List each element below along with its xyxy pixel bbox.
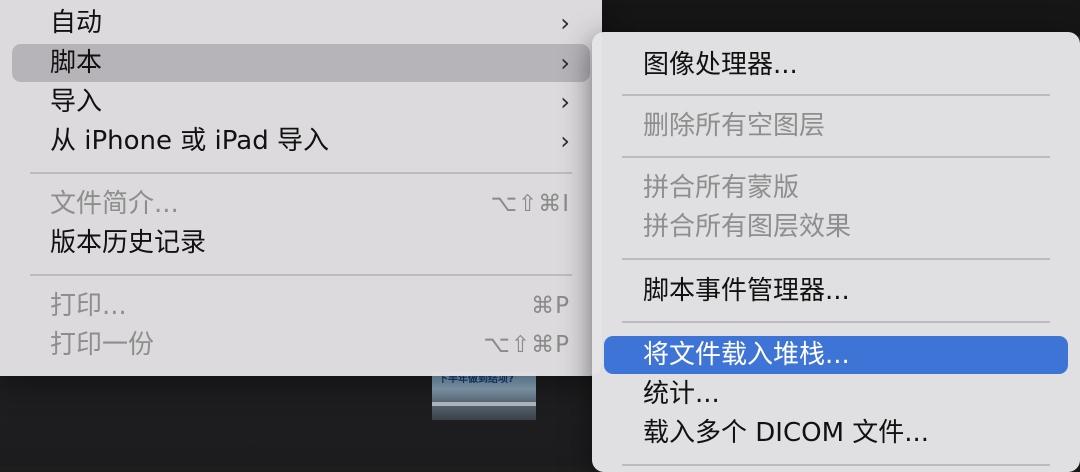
menu-item-delete-empty-layers[interactable]: 删除所有空图层 (592, 107, 1080, 145)
menu-item-label: 打印一份 (50, 330, 155, 360)
menu-item-label: 脚本事件管理器... (643, 276, 850, 306)
chevron-right-icon: › (560, 9, 570, 37)
menu-item-print[interactable]: 打印... ⌘P (0, 287, 602, 325)
menu-item-load-files-into-stack[interactable]: 将文件载入堆栈... (604, 336, 1068, 374)
menu-item-label: 从 iPhone 或 iPad 导入 (50, 126, 329, 156)
chevron-right-icon: › (560, 88, 570, 116)
chevron-right-icon: › (560, 127, 570, 155)
menu-item-file-info[interactable]: 文件简介... ⌥⇧⌘I (0, 185, 602, 223)
menu-item-label: 图像处理器... (643, 50, 798, 80)
menu-separator (622, 94, 1050, 96)
menu-separator (622, 321, 1050, 323)
menu-item-scripts[interactable]: 脚本 › (12, 44, 590, 82)
menu-item-label: 载入多个 DICOM 文件... (643, 418, 930, 448)
menu-item-flatten-all-masks[interactable]: 拼合所有蒙版 (592, 169, 1080, 207)
menu-item-label: 拼合所有蒙版 (643, 173, 800, 203)
scripts-submenu: 图像处理器... 删除所有空图层 拼合所有蒙版 拼合所有图层效果 脚本事件管理器… (592, 32, 1080, 472)
file-menu: 自动 › 脚本 › 导入 › 从 iPhone 或 iPad 导入 › 文件简介… (0, 0, 602, 376)
chevron-right-icon: › (560, 49, 570, 77)
menu-item-label: 删除所有空图层 (643, 111, 826, 141)
menu-item-label: 自动 (50, 8, 103, 38)
menu-item-label: 将文件载入堆栈... (643, 340, 850, 370)
menu-item-label: 打印... (50, 291, 127, 321)
keyboard-shortcut: ⌥⇧⌘P (483, 332, 570, 358)
menu-separator (622, 156, 1050, 158)
keyboard-shortcut: ⌥⇧⌘I (490, 191, 570, 217)
menu-item-label: 文件简介... (50, 189, 179, 219)
document-thumbnail[interactable]: 下半年做到结项? (432, 372, 536, 420)
menu-item-import-from-iphone[interactable]: 从 iPhone 或 iPad 导入 › (0, 122, 602, 160)
menu-item-label: 统计... (643, 379, 720, 409)
thumbnail-wave (432, 402, 536, 406)
menu-item-label: 脚本 (50, 48, 103, 78)
app-window-background (600, 0, 1080, 36)
menu-item-label: 拼合所有图层效果 (643, 212, 852, 242)
menu-item-load-multiple-dicom[interactable]: 载入多个 DICOM 文件... (592, 414, 1080, 452)
menu-item-image-processor[interactable]: 图像处理器... (592, 46, 1080, 84)
menu-separator (30, 274, 572, 276)
menu-item-label: 版本历史记录 (50, 228, 207, 258)
menu-item-statistics[interactable]: 统计... (592, 375, 1080, 413)
menu-separator (30, 172, 572, 174)
menu-separator (622, 258, 1050, 260)
menu-item-import[interactable]: 导入 › (0, 83, 602, 121)
menu-item-version-history[interactable]: 版本历史记录 (0, 224, 602, 262)
menu-item-flatten-all-layer-effects[interactable]: 拼合所有图层效果 (592, 208, 1080, 246)
menu-item-print-one-copy[interactable]: 打印一份 ⌥⇧⌘P (0, 326, 602, 364)
menu-item-label: 导入 (50, 87, 103, 117)
keyboard-shortcut: ⌘P (531, 293, 570, 319)
menu-item-script-events-manager[interactable]: 脚本事件管理器... (592, 272, 1080, 310)
menu-item-automate[interactable]: 自动 › (0, 4, 602, 42)
